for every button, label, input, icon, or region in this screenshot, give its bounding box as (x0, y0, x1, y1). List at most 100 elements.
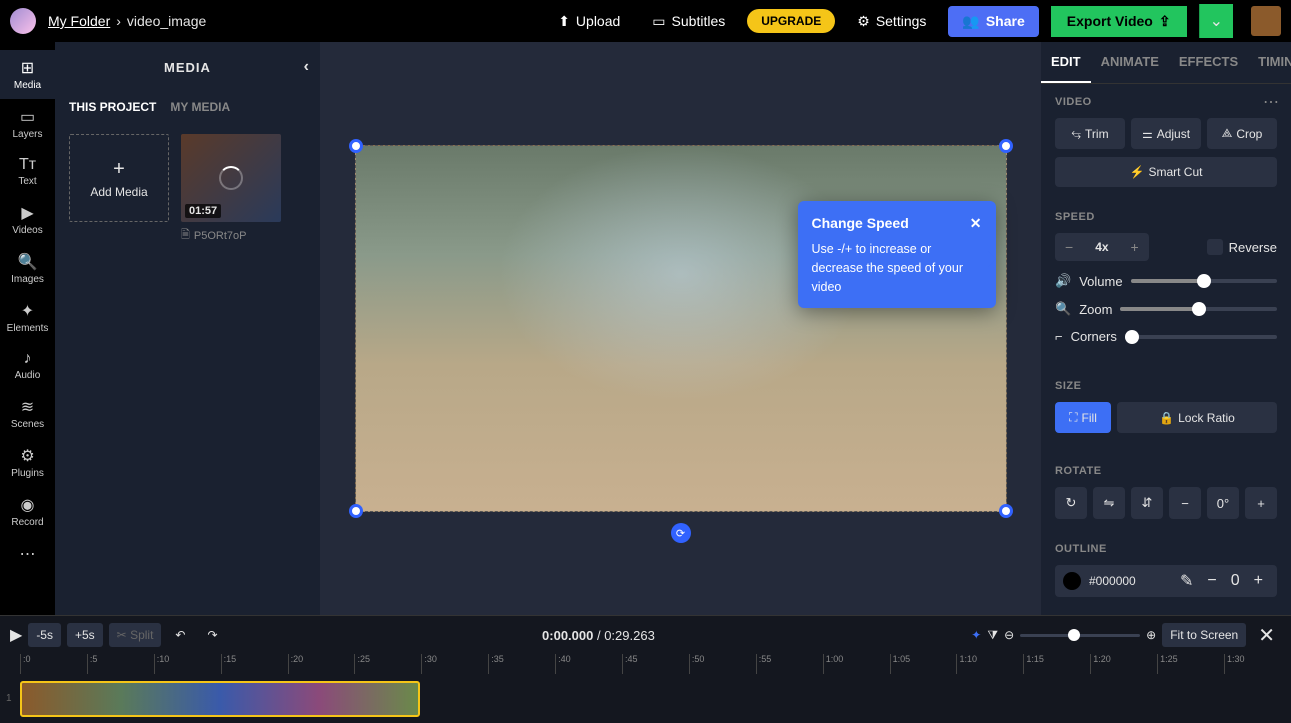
corners-icon: ⌐ (1055, 329, 1063, 344)
ruler-tick: :50 (689, 654, 756, 674)
track-row-number: 1 (6, 693, 12, 704)
media-icon: ⊞ (21, 58, 34, 78)
subtitles-icon: ▭ (652, 13, 665, 30)
upload-button[interactable]: ⬆Upload (548, 7, 630, 36)
angle-decrease[interactable]: − (1169, 487, 1201, 519)
tab-my-media[interactable]: MY MEDIA (170, 100, 230, 114)
nav-elements[interactable]: ✦Elements (0, 293, 55, 342)
properties-panel: EDIT ANIMATE EFFECTS TIMING VIDEO ⥃Trim … (1041, 42, 1291, 615)
nav-videos[interactable]: ▶Videos (0, 195, 55, 244)
nav-scenes[interactable]: ≋Scenes (0, 389, 55, 438)
trim-icon: ⥃ (1071, 126, 1081, 141)
upgrade-button[interactable]: UPGRADE (747, 9, 835, 33)
split-button[interactable]: ✂ Split (109, 623, 162, 647)
speed-tooltip: Change Speed ✕ Use -/+ to increase or de… (798, 201, 996, 308)
tab-this-project[interactable]: THIS PROJECT (69, 100, 156, 114)
speed-decrease[interactable]: − (1055, 233, 1083, 261)
nav-media[interactable]: ⊞Media (0, 50, 55, 99)
add-media-button[interactable]: + Add Media (69, 134, 169, 222)
corners-slider[interactable] (1125, 335, 1277, 339)
reverse-label: Reverse (1229, 240, 1277, 255)
tab-timing[interactable]: TIMING (1248, 42, 1291, 83)
ruler-tick: :30 (421, 654, 488, 674)
outline-width-decrease[interactable]: − (1201, 572, 1222, 590)
export-button[interactable]: Export Video⇪ (1051, 6, 1187, 37)
reverse-checkbox[interactable] (1207, 239, 1223, 255)
nav-more[interactable]: ⋯ (0, 536, 55, 572)
magnet-icon[interactable]: ⧩ (987, 628, 998, 643)
nav-audio[interactable]: ♪Audio (0, 342, 55, 389)
snap-icon[interactable]: ✦ (971, 628, 981, 642)
media-more-icon[interactable]: ⋯ (1263, 92, 1279, 112)
resize-handle-bl[interactable] (349, 504, 363, 518)
timeline-zoom-slider[interactable] (1020, 634, 1140, 637)
flip-v-button[interactable]: ⇵ (1131, 487, 1163, 519)
rotate-handle[interactable]: ⟳ (671, 523, 691, 543)
tab-edit[interactable]: EDIT (1041, 42, 1091, 83)
crop-button[interactable]: ⟁Crop (1207, 118, 1277, 149)
nav-layers[interactable]: ▭Layers (0, 99, 55, 148)
crop-icon: ⟁ (1222, 126, 1233, 141)
video-clip-frame[interactable]: ⟳ Change Speed ✕ Use -/+ to increase or … (355, 145, 1007, 512)
collapse-panel-icon[interactable]: ‹ (304, 58, 310, 76)
volume-slider[interactable] (1131, 279, 1277, 283)
lock-ratio-button[interactable]: 🔒Lock Ratio (1117, 402, 1277, 433)
share-button[interactable]: 👥Share (948, 6, 1038, 37)
tab-effects[interactable]: EFFECTS (1169, 42, 1248, 83)
resize-handle-tr[interactable] (999, 139, 1013, 153)
zoom-icon: 🔍 (1055, 301, 1071, 317)
export-dropdown[interactable]: ⌄ (1199, 4, 1233, 38)
redo-button[interactable]: ↷ (199, 623, 225, 647)
flip-h-button[interactable]: ⇋ (1093, 487, 1125, 519)
smartcut-button[interactable]: ⚡Smart Cut (1055, 157, 1277, 187)
fit-to-screen-button[interactable]: Fit to Screen (1162, 623, 1246, 647)
fill-icon: ⛶ (1069, 410, 1077, 425)
canvas-area[interactable]: ⟳ Change Speed ✕ Use -/+ to increase or … (320, 42, 1041, 615)
file-icon: 🗎 (181, 226, 190, 245)
tab-animate[interactable]: ANIMATE (1091, 42, 1169, 83)
workspace-avatar[interactable] (10, 8, 36, 34)
user-avatar[interactable] (1251, 6, 1281, 36)
zoom-out-icon[interactable]: ⊖ (1004, 628, 1014, 642)
elements-icon: ✦ (21, 301, 34, 321)
adjust-button[interactable]: ⚌Adjust (1131, 118, 1201, 149)
corners-label: Corners (1071, 329, 1117, 344)
timeline-clip[interactable] (20, 681, 420, 717)
scissors-icon: ✂ (117, 628, 127, 642)
timeline-ruler[interactable]: :0:5:10:15:20:25:30:35:40:45:50:551:001:… (0, 654, 1291, 674)
resize-handle-br[interactable] (999, 504, 1013, 518)
breadcrumb-separator: › (116, 13, 121, 29)
ruler-tick: :35 (488, 654, 555, 674)
undo-button[interactable]: ↶ (167, 623, 193, 647)
angle-increase[interactable]: + (1245, 487, 1277, 519)
eyedropper-icon[interactable]: ✎ (1180, 571, 1193, 591)
fwd-5s-button[interactable]: +5s (67, 623, 103, 647)
resize-handle-tl[interactable] (349, 139, 363, 153)
nav-plugins[interactable]: ⚙Plugins (0, 438, 55, 487)
fill-button[interactable]: ⛶Fill (1055, 402, 1111, 433)
zoom-slider[interactable] (1120, 307, 1277, 311)
trim-button[interactable]: ⥃Trim (1055, 118, 1125, 149)
ruler-tick: :20 (288, 654, 355, 674)
media-panel: MEDIA ‹ THIS PROJECT MY MEDIA ⋯ + Add Me… (55, 42, 320, 615)
settings-button[interactable]: ⚙Settings (847, 7, 936, 36)
back-5s-button[interactable]: -5s (28, 623, 61, 647)
text-icon: Tᴛ (19, 156, 36, 174)
media-thumbnail[interactable]: 01:57 🗎P5ORt7oP (181, 134, 281, 245)
ruler-tick: :0 (20, 654, 87, 674)
subtitles-button[interactable]: ▭Subtitles (642, 7, 735, 36)
record-icon: ◉ (21, 495, 35, 515)
outline-width-increase[interactable]: + (1248, 572, 1269, 590)
play-button[interactable]: ▶ (10, 625, 22, 645)
nav-images[interactable]: 🔍Images (0, 244, 55, 293)
zoom-in-icon[interactable]: ⊕ (1146, 628, 1156, 642)
breadcrumb-folder[interactable]: My Folder (48, 13, 110, 29)
nav-record[interactable]: ◉Record (0, 487, 55, 536)
timeline-track[interactable]: 1 (0, 674, 1291, 723)
rotate-cw-button[interactable]: ↻ (1055, 487, 1087, 519)
tooltip-close-icon[interactable]: ✕ (970, 213, 982, 234)
speed-increase[interactable]: + (1121, 233, 1149, 261)
timeline-close-icon[interactable]: ✕ (1252, 623, 1281, 648)
outline-color-swatch[interactable] (1063, 572, 1081, 590)
nav-text[interactable]: TᴛText (0, 148, 55, 195)
